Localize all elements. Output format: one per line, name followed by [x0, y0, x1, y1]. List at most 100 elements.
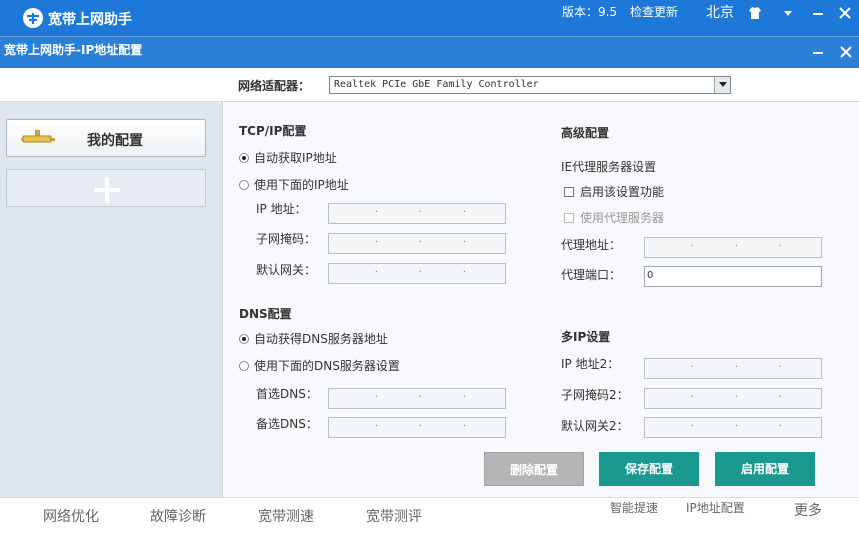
gateway2-label: 默认网关2：	[561, 419, 629, 433]
app-window: 宽带上网助手 版本：9.5 检查更新 北京 宽带上网助手-IP地址配置 网络适配…	[0, 0, 859, 535]
ip-separator-dot: ·	[374, 267, 378, 278]
nav-network-optimize[interactable]: 网络优化	[43, 506, 99, 526]
subnet-mask-field[interactable]: · · ·	[328, 233, 506, 254]
advanced-section-title: 高级配置	[561, 126, 610, 140]
mask2-field[interactable]: · · ·	[644, 388, 822, 409]
proxy-address-label: 代理地址：	[561, 238, 622, 252]
ip-separator-dot: ·	[690, 392, 694, 403]
ip-address-field[interactable]: · · ·	[328, 203, 506, 224]
app-logo-icon	[23, 8, 43, 28]
adapter-select[interactable]: Realtek PCIe GbE Family Controller	[329, 76, 731, 94]
city-label[interactable]: 北京	[706, 2, 734, 22]
ip-address-label: IP 地址：	[256, 202, 307, 216]
radio-unselected-icon[interactable]	[239, 361, 249, 371]
nav-ip-config[interactable]: IP地址配置	[686, 499, 745, 516]
secondary-dns-field[interactable]: · · ·	[328, 417, 506, 438]
radio-unselected-icon[interactable]	[239, 180, 249, 190]
ip-separator-dot: ·	[374, 421, 378, 432]
manual-ip-radio[interactable]: 使用下面的IP地址	[239, 176, 349, 193]
nav-fault-diagnosis[interactable]: 故障诊断	[150, 506, 206, 526]
nav-broadband-review[interactable]: 宽带测评	[366, 506, 422, 526]
skin-shirt-icon[interactable]	[748, 6, 762, 20]
bottom-nav: 网络优化 故障诊断 宽带测速 宽带测评 智能提速 IP地址配置 更多	[0, 497, 859, 535]
auto-ip-label: 自动获取IP地址	[254, 151, 337, 165]
ip-separator-dot: ·	[462, 421, 466, 432]
menu-dropdown-icon[interactable]	[781, 6, 795, 20]
manual-dns-label: 使用下面的DNS服务器设置	[254, 359, 400, 373]
gateway-field[interactable]: · · ·	[328, 263, 506, 284]
ip-separator-dot: ·	[734, 241, 738, 252]
nav-more[interactable]: 更多	[794, 500, 822, 520]
ip-separator-dot: ·	[374, 207, 378, 218]
ip-separator-dot: ·	[374, 392, 378, 403]
minimize-icon[interactable]	[811, 6, 825, 20]
auto-dns-label: 自动获得DNS服务器地址	[254, 332, 388, 346]
delete-config-button[interactable]: 删除配置	[484, 452, 584, 486]
use-proxy-label: 使用代理服务器	[580, 211, 665, 225]
ip-separator-dot: ·	[462, 237, 466, 248]
nav-smart-speedup[interactable]: 智能提速	[610, 499, 658, 516]
tcpip-section-title: TCP/IP配置	[239, 124, 307, 138]
primary-dns-field[interactable]: · · ·	[328, 388, 506, 409]
dns-section-title: DNS配置	[239, 307, 292, 321]
my-config-button[interactable]: 我的配置	[6, 119, 206, 157]
use-proxy-checkbox[interactable]: 使用代理服务器	[564, 209, 664, 226]
auto-ip-radio[interactable]: 自动获取IP地址	[239, 149, 337, 166]
ip-separator-dot: ·	[418, 237, 422, 248]
ip-separator-dot: ·	[418, 207, 422, 218]
chevron-down-icon	[719, 82, 727, 87]
nav-speed-test[interactable]: 宽带测速	[258, 506, 314, 526]
plus-icon	[94, 177, 120, 203]
ip-separator-dot: ·	[778, 362, 782, 373]
check-update-link[interactable]: 检查更新	[630, 3, 678, 20]
network-device-icon	[21, 130, 55, 143]
ip-separator-dot: ·	[778, 392, 782, 403]
ip-separator-dot: ·	[690, 241, 694, 252]
mask2-label: 子网掩码2：	[561, 388, 629, 402]
add-config-button[interactable]	[6, 169, 206, 207]
window-close-icon[interactable]	[840, 46, 852, 58]
proxy-port-field[interactable]: 0	[644, 266, 822, 287]
ip-separator-dot: ·	[462, 392, 466, 403]
ip-separator-dot: ·	[734, 362, 738, 373]
version-label: 版本：9.5	[562, 5, 618, 19]
sidebar: 我的配置	[0, 102, 223, 497]
app-title: 宽带上网助手	[48, 12, 132, 28]
subnet-mask-label: 子网掩码：	[256, 232, 317, 246]
ip-separator-dot: ·	[778, 421, 782, 432]
proxy-address-field[interactable]: · · ·	[644, 237, 822, 258]
window-title: 宽带上网助手-IP地址配置	[4, 43, 143, 57]
gateway2-field[interactable]: · · ·	[644, 417, 822, 438]
save-config-button[interactable]: 保存配置	[599, 452, 699, 486]
radio-selected-icon[interactable]	[239, 334, 249, 344]
close-icon[interactable]	[838, 6, 852, 20]
ip-separator-dot: ·	[734, 392, 738, 403]
adapter-selected-value: Realtek PCIe GbE Family Controller	[334, 79, 539, 90]
manual-dns-radio[interactable]: 使用下面的DNS服务器设置	[239, 357, 400, 374]
ip-separator-dot: ·	[418, 421, 422, 432]
checkbox-icon[interactable]	[564, 187, 574, 197]
ip-separator-dot: ·	[462, 207, 466, 218]
gateway-label: 默认网关：	[256, 263, 317, 277]
adapter-dropdown-button[interactable]	[714, 77, 730, 93]
radio-selected-icon[interactable]	[239, 153, 249, 163]
ip-separator-dot: ·	[418, 392, 422, 403]
window-header: 宽带上网助手-IP地址配置	[0, 36, 859, 68]
primary-dns-label: 首选DNS：	[256, 387, 318, 401]
config-panel: TCP/IP配置 自动获取IP地址 使用下面的IP地址 IP 地址： · · · 子…	[224, 102, 859, 497]
ip-separator-dot: ·	[418, 267, 422, 278]
enable-proxy-label: 启用该设置功能	[580, 185, 665, 199]
adapter-label: 网络适配器：	[238, 79, 311, 93]
proxy-settings-title: IE代理服务器设置	[561, 160, 657, 174]
enable-proxy-checkbox[interactable]: 启用该设置功能	[564, 183, 664, 200]
ip-separator-dot: ·	[374, 237, 378, 248]
checkbox-disabled-icon	[564, 213, 574, 223]
apply-config-button[interactable]: 启用配置	[715, 452, 815, 486]
ip-separator-dot: ·	[778, 241, 782, 252]
window-minimize-icon[interactable]	[812, 46, 824, 58]
title-bar: 宽带上网助手 版本：9.5 检查更新 北京	[0, 0, 859, 36]
auto-dns-radio[interactable]: 自动获得DNS服务器地址	[239, 330, 388, 347]
ip-separator-dot: ·	[734, 421, 738, 432]
ip2-label: IP 地址2：	[561, 357, 620, 371]
ip2-field[interactable]: · · ·	[644, 358, 822, 379]
